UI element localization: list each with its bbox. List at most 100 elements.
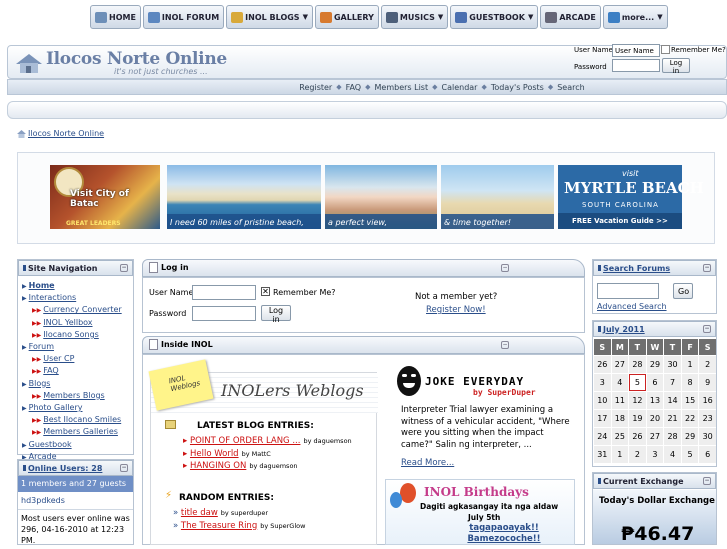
calendar-day[interactable]: 3 [594, 374, 611, 391]
calendar-day[interactable]: 23 [699, 410, 716, 427]
calendar-day[interactable]: 31 [594, 446, 611, 463]
sidebar-nav-item[interactable]: ▶ Forum [22, 341, 129, 353]
breadcrumb-link[interactable]: Ilocos Norte Online [28, 129, 104, 138]
sidebar-nav-item[interactable]: ▶▶ User CP [22, 353, 129, 365]
nav-tab-musics[interactable]: MUSICS ▼ [380, 5, 449, 29]
blog-entry-link[interactable]: Hello World [190, 449, 239, 459]
header-username-input[interactable] [612, 44, 660, 57]
calendar-day[interactable]: 6 [646, 374, 664, 391]
sidebar-nav-item[interactable]: ▶ Interactions [22, 292, 129, 304]
calendar-day[interactable]: 20 [646, 410, 664, 427]
myrtle-beach-ad[interactable]: visit MYRTLE BEACH SOUTH CAROLINA FREE V… [558, 165, 704, 229]
logo-title[interactable]: Ilocos Norte Online [46, 49, 227, 69]
sidebar-nav-item[interactable]: ▶ Home [22, 280, 129, 292]
nav-tab-gallery[interactable]: GALLERY [314, 5, 379, 29]
center-login-button[interactable]: Log in [261, 305, 291, 324]
register-now-link[interactable]: Register Now! [426, 305, 486, 315]
blog-entry-link[interactable]: HANGING ON [190, 461, 246, 471]
nav-tab-inol-forum[interactable]: INOL FORUM [142, 5, 225, 29]
calendar-day[interactable]: 7 [664, 374, 681, 391]
calendar-day[interactable]: 24 [594, 428, 611, 445]
online-member-link[interactable]: hd3pdkeds [18, 492, 133, 510]
calendar-day[interactable]: 18 [611, 410, 629, 427]
collapse-icon[interactable]: − [120, 464, 128, 472]
calendar-day[interactable]: 4 [664, 446, 681, 463]
calendar-day[interactable]: 12 [629, 392, 646, 409]
calendar-day[interactable]: 10 [594, 392, 611, 409]
calendar-day[interactable]: 14 [664, 392, 681, 409]
calendar-day[interactable]: 6 [699, 446, 716, 463]
calendar-day[interactable]: 2 [699, 356, 716, 373]
center-username-input[interactable] [192, 285, 256, 300]
sidebar-nav-item[interactable]: ▶▶ Members Blogs [22, 390, 129, 402]
advanced-search-link[interactable]: Advanced Search [597, 302, 667, 311]
nav-tab-arcade[interactable]: ARCADE [540, 5, 601, 29]
calendar-day[interactable]: 29 [646, 356, 664, 373]
sidebar-nav-item[interactable]: ▶▶ INOL Yellbox [22, 317, 129, 329]
calendar-day[interactable]: 9 [699, 374, 716, 391]
calendar-day[interactable]: 2 [629, 446, 646, 463]
random-entry-link[interactable]: The Treasure Ring [181, 521, 257, 531]
header-login-button[interactable]: Log in [662, 58, 690, 75]
collapse-icon[interactable]: − [703, 477, 711, 485]
calendar-day[interactable]: 21 [664, 410, 681, 427]
center-remember-checkbox[interactable]: ✕ [261, 287, 270, 296]
subnav-link[interactable]: Today's Posts [491, 83, 544, 92]
calendar-day[interactable]: 15 [681, 392, 699, 409]
beach-photo-2[interactable]: a perfect view, [325, 165, 437, 229]
birthday-name-link[interactable]: Bamezocoche!! [444, 534, 564, 545]
search-forums-input[interactable] [597, 283, 659, 299]
nav-tab-guestbook[interactable]: GUESTBOOK ▼ [450, 5, 539, 29]
calendar-day[interactable]: 30 [699, 428, 716, 445]
sidebar-nav-item[interactable]: ▶▶ FAQ [22, 365, 129, 377]
calendar-day[interactable]: 5 [629, 374, 646, 391]
calendar-day[interactable]: 28 [629, 356, 646, 373]
subnav-link[interactable]: Calendar [442, 83, 478, 92]
sidebar-nav-item[interactable]: ▶ Blogs [22, 378, 129, 390]
collapse-icon[interactable]: − [703, 264, 711, 272]
calendar-day[interactable]: 17 [594, 410, 611, 427]
online-users-title[interactable]: Online Users: 28 [28, 464, 102, 473]
header-remember-checkbox[interactable] [661, 45, 670, 54]
random-entry-link[interactable]: title daw [181, 508, 218, 518]
nav-tab-inol-blogs[interactable]: INOL BLOGS ▼ [226, 5, 313, 29]
nav-tab-home[interactable]: HOME [90, 5, 141, 29]
subnav-link[interactable]: Search [557, 83, 584, 92]
subnav-link[interactable]: Members List [375, 83, 429, 92]
nav-tab-more[interactable]: more... ▼ [602, 5, 668, 29]
subnav-link[interactable]: FAQ [346, 83, 362, 92]
calendar-day[interactable]: 4 [611, 374, 629, 391]
collapse-icon[interactable]: − [120, 264, 128, 272]
sidebar-nav-item[interactable]: ▶▶ Members Galleries [22, 426, 129, 438]
calendar-day[interactable]: 1 [611, 446, 629, 463]
calendar-day[interactable]: 27 [611, 356, 629, 373]
calendar-day[interactable]: 11 [611, 392, 629, 409]
center-password-input[interactable] [192, 306, 256, 321]
joke-read-more[interactable]: Read More... [401, 458, 454, 468]
search-forums-title[interactable]: Search Forums [603, 264, 670, 273]
calendar-day[interactable]: 1 [681, 356, 699, 373]
collapse-icon[interactable]: − [703, 325, 711, 333]
beach-photo-1[interactable]: I need 60 miles of pristine beach, [167, 165, 321, 229]
beach-photo-3[interactable]: & time together! [441, 165, 554, 229]
calendar-day[interactable]: 13 [646, 392, 664, 409]
calendar-day[interactable]: 27 [646, 428, 664, 445]
calendar-day[interactable]: 26 [629, 428, 646, 445]
collapse-icon[interactable]: − [501, 264, 509, 272]
sidebar-nav-item[interactable]: ▶ Photo Gallery [22, 402, 129, 414]
sidebar-nav-item[interactable]: ▶▶ Currency Converter [22, 304, 129, 316]
blog-entry-link[interactable]: POINT OF ORDER LANG ... [190, 436, 300, 446]
calendar-title[interactable]: July 2011 [603, 325, 645, 334]
calendar-day[interactable]: 19 [629, 410, 646, 427]
sidebar-nav-item[interactable]: ▶▶ Ilocano Songs [22, 329, 129, 341]
birthday-name-link[interactable]: tagapaoayak!! [444, 523, 564, 534]
search-go-button[interactable]: Go [673, 283, 693, 299]
subnav-link[interactable]: Register [299, 83, 332, 92]
collapse-icon[interactable]: − [501, 341, 509, 349]
calendar-day[interactable]: 29 [681, 428, 699, 445]
calendar-day[interactable]: 16 [699, 392, 716, 409]
calendar-day[interactable]: 30 [664, 356, 681, 373]
header-password-input[interactable] [612, 59, 660, 72]
sidebar-nav-item[interactable]: ▶ Guestbook [22, 439, 129, 451]
calendar-day[interactable]: 28 [664, 428, 681, 445]
